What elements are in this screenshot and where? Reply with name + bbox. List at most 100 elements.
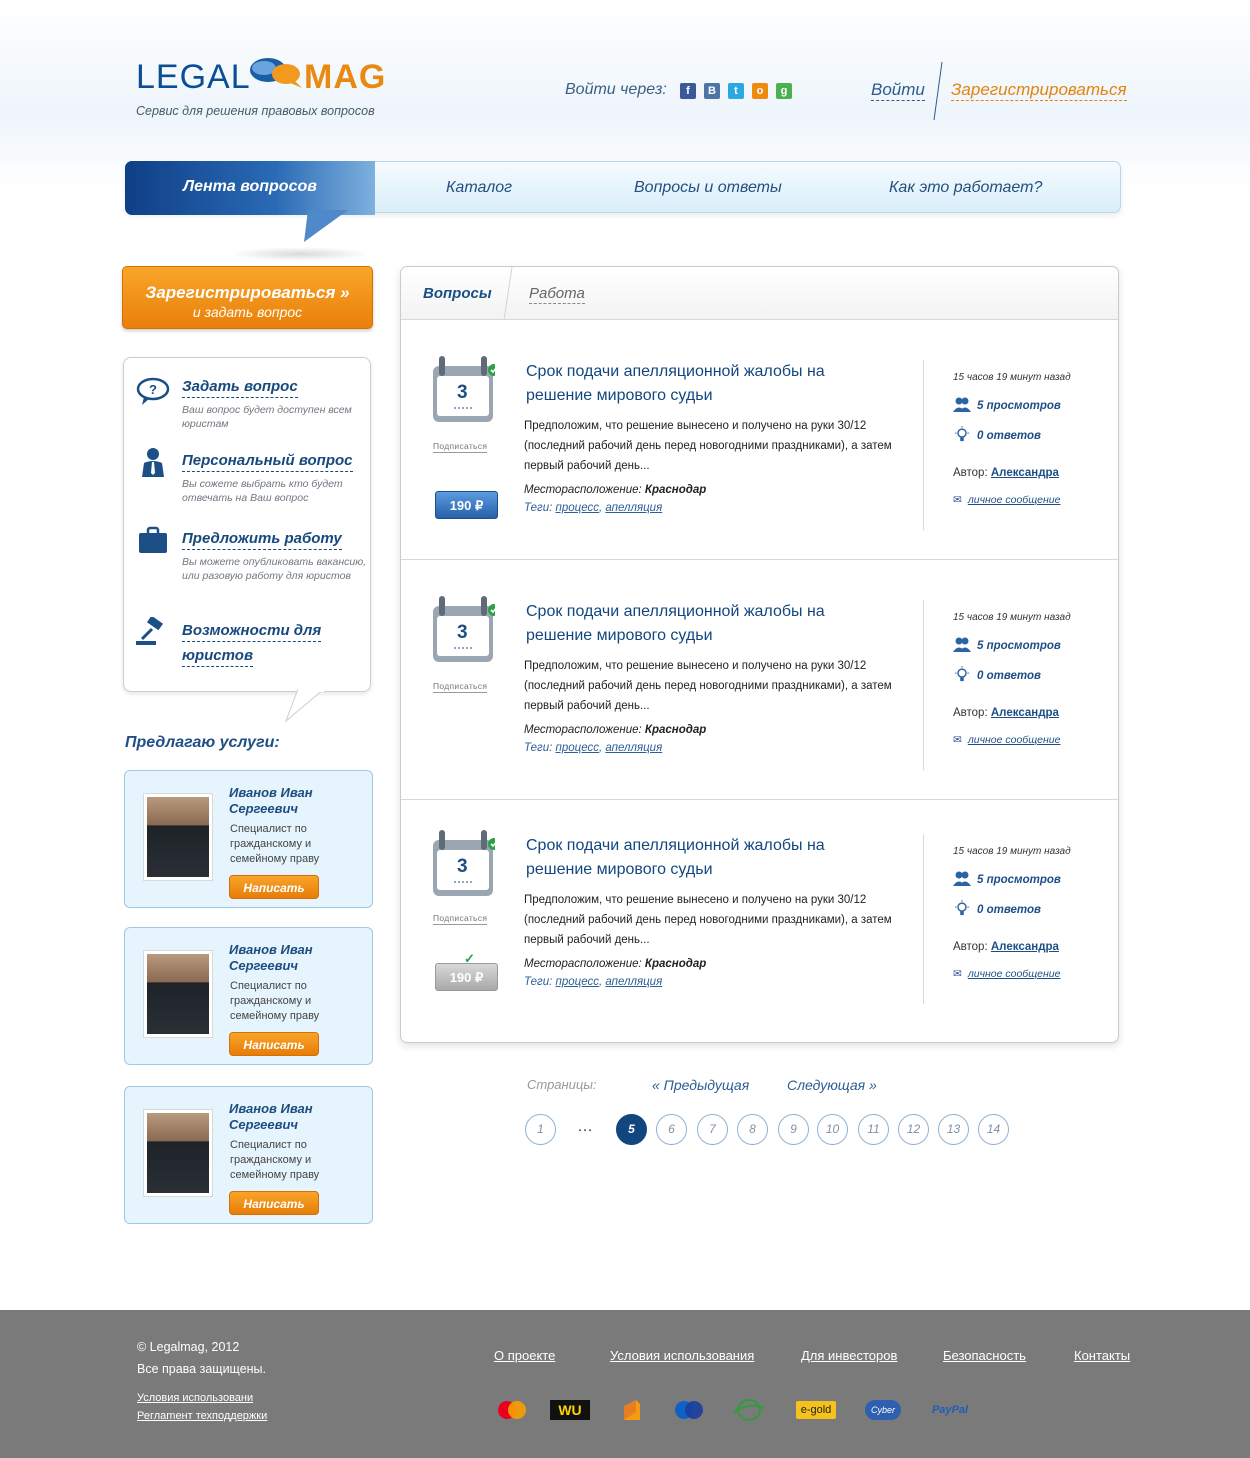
sidebar-item-ask-title: Задать вопрос — [182, 377, 298, 398]
answers-count: 0 ответов — [977, 670, 1041, 682]
envelope-icon: ✉ — [953, 968, 962, 980]
users-icon — [953, 871, 971, 886]
logo[interactable]: LEGAL MAG Сервис для решения правовых во… — [136, 58, 396, 128]
write-button[interactable]: Написать — [229, 875, 319, 899]
footer-link-security[interactable]: Безопасность — [943, 1348, 1026, 1363]
tag-link[interactable]: апелляция — [605, 976, 662, 988]
users-icon — [953, 637, 971, 652]
footer-terms-small-link[interactable]: Условия использовани — [137, 1392, 253, 1404]
subscribe-link[interactable]: Подписаться — [433, 913, 488, 925]
question-bubble-icon: ? — [136, 377, 170, 405]
western-union-label: WU — [558, 1402, 582, 1418]
facebook-icon[interactable]: f — [680, 83, 696, 99]
lawyer-desc: Специалист по гражданскому и семейному п… — [230, 823, 320, 865]
subscribe-link[interactable]: Подписаться — [433, 681, 488, 693]
sidebar-box-pointer — [284, 689, 325, 723]
author-link[interactable]: Александра — [991, 467, 1059, 479]
write-button[interactable]: Написать — [229, 1032, 319, 1056]
prev-page-link[interactable]: « Предыдущая — [652, 1077, 749, 1093]
question-title[interactable]: Срок подачи апелляционной жалобы на реше… — [526, 600, 886, 648]
lawyer-name[interactable]: Иванов Иван Сергеевич — [229, 942, 359, 974]
question-title[interactable]: Срок подачи апелляционной жалобы на реше… — [526, 834, 886, 882]
page-link[interactable]: 14 — [978, 1114, 1009, 1145]
tab-questions[interactable]: Вопросы — [423, 285, 492, 302]
google-icon[interactable]: g — [776, 83, 792, 99]
avatar[interactable] — [143, 793, 213, 881]
author-label: Автор: — [953, 467, 988, 479]
write-button[interactable]: Написать — [229, 1191, 319, 1215]
lawyer-name[interactable]: Иванов Иван Сергеевич — [229, 1101, 359, 1133]
page-link[interactable]: 6 — [656, 1114, 687, 1145]
register-link[interactable]: Зарегистрироваться — [951, 80, 1127, 101]
avatar[interactable] — [143, 1109, 213, 1197]
footer-copyright: © Legalmag, 2012 Все права защищены. — [137, 1336, 266, 1380]
register-ask-button[interactable]: Зарегистрироваться » и задать вопрос — [122, 266, 373, 329]
question-divider — [923, 360, 924, 530]
nav-tab-catalog[interactable]: Каталог — [446, 162, 512, 214]
tag-link[interactable]: апелляция — [605, 742, 662, 754]
question-location: Месторасположение: Краснодар — [524, 958, 706, 970]
page-link[interactable]: 8 — [737, 1114, 768, 1145]
paypal-label: PayPal — [931, 1404, 969, 1416]
calendar-day: 3 — [457, 382, 468, 403]
page-link[interactable]: 12 — [898, 1114, 929, 1145]
next-page-link[interactable]: Следующая » — [787, 1077, 877, 1093]
question-views: 5 просмотров — [953, 396, 1061, 412]
private-message-link[interactable]: личное сообщение — [968, 968, 1061, 980]
twitter-icon[interactable]: t — [728, 83, 744, 99]
question-time: 15 часов 19 минут назад — [953, 372, 1071, 383]
page-link[interactable]: 9 — [778, 1114, 809, 1145]
rights-text: Все права защищены. — [137, 1362, 267, 1376]
question-views: 5 просмотров — [953, 870, 1061, 886]
views-count: 5 просмотров — [977, 400, 1061, 412]
question-divider — [923, 834, 924, 1004]
tags-label: Теги: — [524, 742, 553, 754]
private-message-link[interactable]: личное сообщение — [968, 494, 1061, 506]
question-answers: 0 ответов — [953, 900, 1041, 916]
login-link[interactable]: Войти — [871, 80, 925, 101]
footer-support-link[interactable]: Реглamент техподдержки — [137, 1410, 267, 1422]
page-link[interactable]: 11 — [858, 1114, 889, 1145]
tag-link[interactable]: процесс — [556, 742, 599, 754]
author-link[interactable]: Александра — [991, 941, 1059, 953]
page-link[interactable]: 7 — [697, 1114, 728, 1145]
tag-link[interactable]: апелляция — [605, 502, 662, 514]
sidebar-item-ask-desc: Ваш вопрос будет доступен всем юристам — [182, 404, 352, 430]
lawyer-desc: Специалист по гражданскому и семейному п… — [230, 1139, 320, 1181]
location-label: Месторасположение: — [524, 724, 642, 736]
price-badge[interactable]: ✓190 ₽ — [435, 491, 498, 519]
tab-work[interactable]: Работа — [529, 285, 585, 304]
lawyer-name[interactable]: Иванов Иван Сергеевич — [229, 785, 359, 817]
price-badge[interactable]: ✓190 ₽ — [435, 952, 498, 991]
cyberplat-icon: Cyber — [865, 1400, 901, 1420]
footer-link-investors[interactable]: Для инвесторов — [801, 1348, 897, 1363]
page-link[interactable]: 13 — [938, 1114, 969, 1145]
footer-link-terms[interactable]: Условия использования — [610, 1348, 754, 1363]
page-link[interactable]: 10 — [817, 1114, 848, 1145]
tag-link[interactable]: процесс — [556, 502, 599, 514]
users-icon — [953, 397, 971, 412]
footer-link-contacts[interactable]: Контакты — [1074, 1348, 1130, 1363]
page-link[interactable]: 1 — [525, 1114, 556, 1145]
location-value: Краснодар — [644, 958, 707, 970]
e-gold-icon: e-gold — [796, 1401, 836, 1419]
question-divider — [923, 600, 924, 770]
private-message-link[interactable]: личное сообщение — [968, 734, 1061, 746]
vkontakte-icon[interactable]: B — [704, 83, 720, 99]
question-item: 3 Подписаться ✓ Срок подачи апелляционно… — [401, 560, 1118, 800]
question-location: Месторасположение: Краснодар — [524, 724, 706, 736]
subscribe-link[interactable]: Подписаться — [433, 441, 488, 453]
tag-link[interactable]: процесс — [556, 976, 599, 988]
page-current[interactable]: 5 — [616, 1114, 647, 1145]
author-link[interactable]: Александра — [991, 707, 1059, 719]
question-title[interactable]: Срок подачи апелляционной жалобы на реше… — [526, 360, 886, 408]
avatar[interactable] — [143, 950, 213, 1038]
nav-tab-qa[interactable]: Вопросы и ответы — [634, 162, 782, 214]
question-tags: Теги: процесс, апелляция — [524, 502, 663, 514]
price-value: 190 ₽ — [449, 498, 484, 513]
footer-link-about[interactable]: О проекте — [494, 1348, 555, 1363]
odnoklassniki-icon[interactable]: o — [752, 83, 768, 99]
nav-tab-how-it-works[interactable]: Как это работает? — [889, 162, 1042, 214]
question-tags: Теги: процесс, апелляция — [524, 742, 663, 754]
nav-tab-feed[interactable]: Лента вопросов — [125, 161, 375, 215]
